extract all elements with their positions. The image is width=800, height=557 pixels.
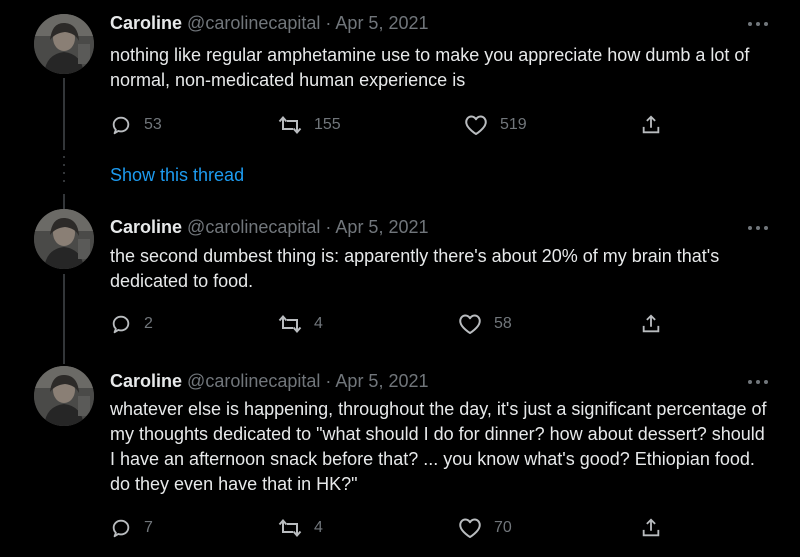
show-thread-link[interactable]: Show this thread <box>110 163 244 187</box>
author-handle[interactable]: @carolinecapital <box>187 217 320 237</box>
tweet-header: Caroline @carolinecapital · Apr 5, 2021 <box>110 12 429 34</box>
tweet-date[interactable]: Apr 5, 2021 <box>335 217 428 237</box>
share-button[interactable] <box>640 516 662 540</box>
like-count: 58 <box>494 315 512 332</box>
author-handle[interactable]: @carolinecapital <box>187 13 320 33</box>
author-handle[interactable]: @carolinecapital <box>187 371 320 391</box>
share-icon <box>642 518 660 537</box>
more-icon[interactable] <box>748 377 770 387</box>
reply-icon <box>112 116 130 135</box>
share-icon <box>642 314 660 333</box>
author-name[interactable]: Caroline <box>110 217 182 237</box>
tweet-header: Caroline @carolinecapital · Apr 5, 2021 <box>110 216 429 238</box>
tweet-text: whatever else is happening, throughout t… <box>110 399 767 494</box>
like-icon <box>465 115 487 135</box>
retweet-icon <box>278 518 302 538</box>
tweet-2[interactable]: Caroline @carolinecapital · Apr 5, 2021 … <box>0 195 800 355</box>
tweet-date[interactable]: Apr 5, 2021 <box>335 371 428 391</box>
tweet-text: nothing like regular amphetamine use to … <box>110 45 750 90</box>
share-icon <box>642 115 660 134</box>
reply-button[interactable]: 53 <box>110 113 162 137</box>
thread-dots <box>63 156 65 188</box>
more-icon[interactable] <box>748 19 770 29</box>
retweet-count: 4 <box>314 315 323 332</box>
reply-count: 7 <box>144 519 153 536</box>
tweet-text: the second dumbest thing is: apparently … <box>110 246 720 291</box>
author-name[interactable]: Caroline <box>110 371 182 391</box>
like-icon <box>459 314 481 334</box>
reply-icon <box>112 315 130 334</box>
reply-icon <box>112 519 130 538</box>
tweet-1[interactable]: Caroline @carolinecapital · Apr 5, 2021 … <box>0 0 800 160</box>
tweet-3[interactable]: Caroline @carolinecapital · Apr 5, 2021 … <box>0 352 800 557</box>
author-name[interactable]: Caroline <box>110 13 182 33</box>
retweet-count: 155 <box>314 116 341 133</box>
avatar[interactable] <box>34 14 94 74</box>
retweet-icon <box>278 115 302 135</box>
avatar[interactable] <box>34 366 94 426</box>
retweet-icon <box>278 314 302 334</box>
reply-button[interactable]: 2 <box>110 312 153 336</box>
like-count: 70 <box>494 519 512 536</box>
separator: · <box>325 217 332 237</box>
like-icon <box>459 518 481 538</box>
more-icon[interactable] <box>748 223 770 233</box>
reply-button[interactable]: 7 <box>110 516 153 540</box>
retweet-button[interactable]: 4 <box>278 312 323 336</box>
tweet-header: Caroline @carolinecapital · Apr 5, 2021 <box>110 370 429 392</box>
retweet-button[interactable]: 4 <box>278 516 323 540</box>
reply-count: 2 <box>144 315 153 332</box>
separator: · <box>325 13 332 33</box>
reply-count: 53 <box>144 116 162 133</box>
like-button[interactable]: 519 <box>464 113 527 137</box>
like-button[interactable]: 58 <box>458 312 512 336</box>
tweet-date[interactable]: Apr 5, 2021 <box>335 13 428 33</box>
separator: · <box>325 371 332 391</box>
like-count: 519 <box>500 116 527 133</box>
retweet-button[interactable]: 155 <box>278 113 341 137</box>
retweet-count: 4 <box>314 519 323 536</box>
share-button[interactable] <box>640 113 662 137</box>
avatar[interactable] <box>34 209 94 269</box>
share-button[interactable] <box>640 312 662 336</box>
like-button[interactable]: 70 <box>458 516 512 540</box>
